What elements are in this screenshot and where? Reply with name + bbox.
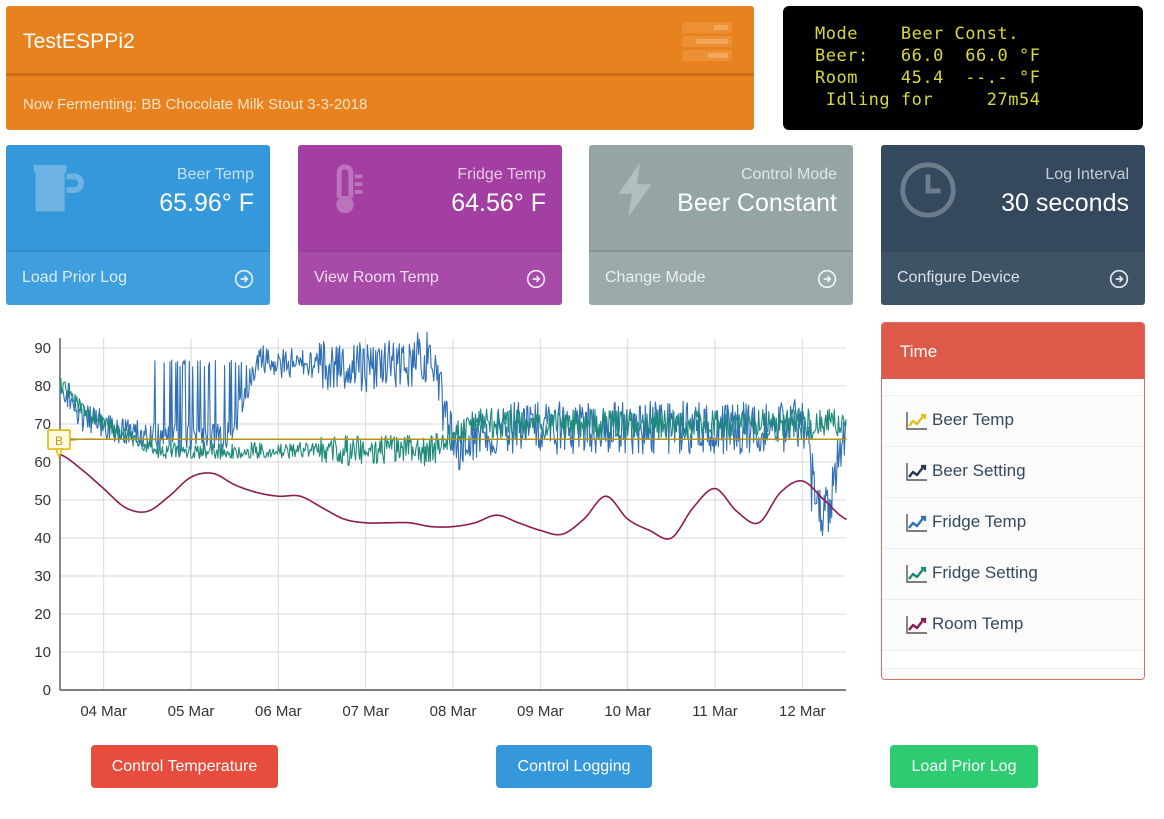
x-axis-tick-label: 09 Mar: [517, 703, 564, 720]
card-log-interval: Log Interval 30 seconds Configure Device: [881, 145, 1145, 305]
line-chart-icon: [906, 616, 927, 634]
y-axis-tick-label: 90: [34, 340, 51, 357]
card-label: Fridge Temp: [457, 166, 546, 183]
temperature-chart[interactable]: 0 10 20 30 40 50 60 70 80 90 04 Mar 05 Mar 06 Mar 07 …: [6, 318, 866, 728]
card-label: Log Interval: [1045, 166, 1129, 183]
y-axis-tick-label: 40: [34, 530, 51, 547]
y-axis-tick-label: 10: [34, 644, 51, 661]
legend-item-label: Room Temp: [932, 614, 1024, 633]
arrow-circle-right-icon: [1109, 269, 1129, 289]
card-body: Beer Temp 65.96° F: [6, 145, 270, 250]
card-label: Beer Temp: [176, 166, 254, 183]
server-stack-icon[interactable]: [682, 22, 732, 62]
chart-canvas: 010203040506070809004 Mar 05 Mar 06 Mar 07 …: [34, 331, 847, 720]
legend-top-spacer: [882, 379, 1144, 396]
card-action-fridge-temp[interactable]: View Room Temp: [298, 250, 562, 305]
app-root: TestESPPi2 Now Fermenting: BB Chocolate …: [0, 0, 1164, 819]
control-temperature-button[interactable]: Control Temperature: [91, 745, 278, 788]
card-fridge-temp: Fridge Temp 64.56° F View Room Temp: [298, 145, 562, 305]
lightning-bolt-icon: [618, 162, 652, 218]
lcd-line-1: Mode Beer Const.: [815, 24, 1019, 44]
legend-title: Time: [900, 342, 938, 361]
card-action-control-mode[interactable]: Change Mode: [589, 250, 853, 305]
control-logging-button[interactable]: Control Logging: [496, 745, 652, 788]
card-value: Beer Constant: [677, 189, 837, 217]
legend-item-label: Beer Temp: [932, 410, 1014, 429]
card-label: Control Mode: [740, 166, 837, 183]
chart-legend-panel: Time Beer Temp Beer Setting Fridge Temp …: [881, 322, 1145, 680]
legend-item-label: Fridge Temp: [932, 512, 1027, 531]
now-fermenting-bar: Now Fermenting: BB Chocolate Milk Stout …: [6, 76, 754, 130]
card-action-log-interval[interactable]: Configure Device: [881, 250, 1145, 305]
y-axis-tick-label: 20: [34, 606, 51, 623]
card-body: Control Mode Beer Constant: [589, 145, 853, 250]
x-axis-tick-label: 08 Mar: [430, 703, 477, 720]
arrow-circle-right-icon: [817, 269, 837, 289]
legend-item-room-temp[interactable]: Room Temp: [882, 600, 1144, 651]
brand-bar: TestESPPi2: [6, 6, 754, 76]
x-axis-tick-label: 12 Mar: [779, 703, 826, 720]
card-beer-temp: Beer Temp 65.96° F Load Prior Log: [6, 145, 270, 305]
page-title: TestESPPi2: [23, 30, 135, 53]
arrow-circle-right-icon: [234, 269, 254, 289]
legend-bottom-bar: [882, 668, 1144, 679]
x-axis-tick-label: 07 Mar: [342, 703, 389, 720]
beer-mug-icon: [33, 164, 84, 212]
lcd-display[interactable]: Mode Beer Const. Beer: 66.0 66.0 °F Room…: [783, 6, 1143, 130]
legend-item-fridge-setting[interactable]: Fridge Setting: [882, 549, 1144, 600]
lcd-text: Mode Beer Const. Beer: 66.0 66.0 °F Room…: [815, 23, 1040, 111]
line-chart-icon: [906, 412, 927, 430]
card-value: 65.96° F: [159, 189, 254, 217]
card-value: 64.56° F: [451, 189, 546, 217]
y-axis-tick-label: 30: [34, 568, 51, 585]
card-action-label: View Room Temp: [314, 269, 439, 286]
legend-item-fridge-temp[interactable]: Fridge Temp: [882, 498, 1144, 549]
legend-header: Time: [882, 323, 1144, 379]
chart-annotation-label: B: [55, 434, 63, 448]
x-axis-tick-label: 06 Mar: [255, 703, 302, 720]
clock-icon: [900, 162, 956, 218]
load-prior-log-button[interactable]: Load Prior Log: [890, 745, 1038, 788]
x-axis-tick-label: 11 Mar: [692, 703, 738, 720]
line-chart-icon: [906, 565, 927, 583]
legend-item-label: Beer Setting: [932, 461, 1026, 480]
status-card-row: Beer Temp 65.96° F Load Prior Log Fridge…: [6, 145, 1158, 305]
arrow-circle-right-icon: [526, 269, 546, 289]
card-value: 30 seconds: [1001, 189, 1129, 217]
legend-item-beer-setting[interactable]: Beer Setting: [882, 447, 1144, 498]
card-action-beer-temp[interactable]: Load Prior Log: [6, 250, 270, 305]
card-body: Log Interval 30 seconds: [881, 145, 1145, 250]
x-axis-tick-label: 04 Mar: [80, 703, 127, 720]
y-axis-tick-label: 50: [34, 492, 51, 509]
card-action-label: Change Mode: [605, 269, 706, 286]
card-control-mode: Control Mode Beer Constant Change Mode: [589, 145, 853, 305]
legend-item-label: Fridge Setting: [932, 563, 1038, 582]
device-header-panel: TestESPPi2 Now Fermenting: BB Chocolate …: [6, 6, 754, 130]
y-axis-tick-label: 80: [34, 378, 51, 395]
legend-bottom-spacer: [882, 651, 1144, 668]
x-axis-tick-label: 10 Mar: [604, 703, 651, 720]
y-axis-tick-label: 60: [34, 454, 51, 471]
line-chart-icon: [906, 463, 927, 481]
thermometer-icon: [336, 164, 363, 214]
lcd-line-4: Idling for 27m54: [815, 90, 1041, 110]
now-fermenting-label: Now Fermenting: BB Chocolate Milk Stout …: [23, 96, 368, 113]
card-action-label: Load Prior Log: [22, 269, 127, 286]
lcd-line-3: Room 45.4 --.- °F: [815, 68, 1041, 88]
x-axis-tick-label: 05 Mar: [168, 703, 215, 720]
y-axis-tick-label: 0: [43, 682, 51, 699]
card-body: Fridge Temp 64.56° F: [298, 145, 562, 250]
line-chart-icon: [906, 514, 927, 532]
lcd-line-2: Beer: 66.0 66.0 °F: [815, 46, 1041, 66]
card-action-label: Configure Device: [897, 269, 1020, 286]
legend-item-beer-temp[interactable]: Beer Temp: [882, 396, 1144, 447]
chart-annotation-marker[interactable]: B: [47, 429, 71, 460]
